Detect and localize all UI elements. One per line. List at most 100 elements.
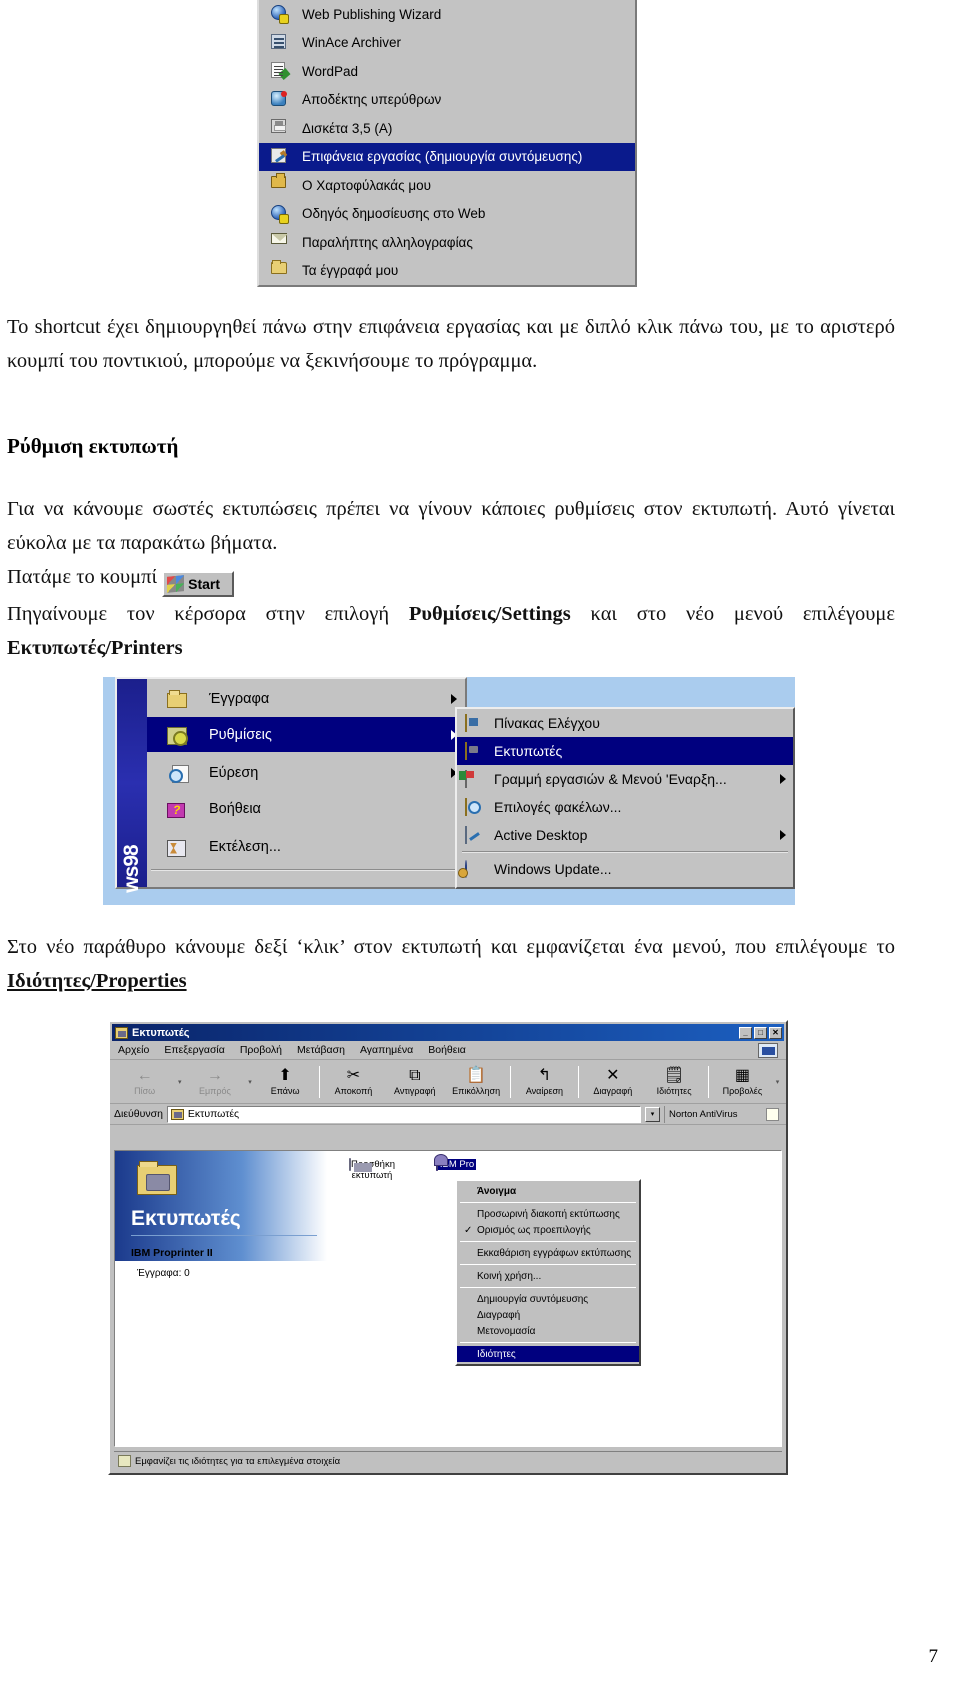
window-title: Εκτυπωτές (132, 1026, 190, 1039)
toolbar-up-button[interactable]: ⬆ Επάνω (254, 1062, 315, 1102)
my-documents-icon (271, 259, 291, 280)
views-dropdown-arrow[interactable]: ▾ (773, 1062, 782, 1102)
context-menu-item-properties[interactable]: Ιδιότητες (457, 1346, 639, 1362)
submenu-item-printers[interactable]: Εκτυπωτές (457, 737, 793, 765)
start-menu-item-settings[interactable]: Ρυθμίσεις (147, 717, 465, 752)
norton-antivirus-icon (766, 1107, 779, 1121)
menu-go[interactable]: Μετάβαση (297, 1044, 345, 1056)
desktop-shortcut-icon (271, 147, 291, 166)
documents-icon (167, 689, 189, 709)
add-printer-item[interactable]: Προσθήκη εκτυπωτή (337, 1158, 407, 1181)
menu-favorites[interactable]: Αγαπημένα (360, 1044, 413, 1056)
menu-item-web-publishing-guide[interactable]: Οδηγός δημοσίευσης στο Web (259, 200, 635, 229)
menu-view[interactable]: Προβολή (240, 1044, 282, 1056)
settings-instruction-part2: και στο νέο μενού επιλέγουμε (570, 603, 896, 625)
printer-icon (435, 1158, 438, 1171)
toolbar-divider (707, 1065, 709, 1098)
toolbar-views-button[interactable]: ▦ Προβολές (712, 1062, 773, 1102)
maximize-button[interactable]: □ (754, 1026, 767, 1039)
context-menu-separator (460, 1241, 636, 1242)
paragraph-press-start-button: Πατάμε το κουμπί Start (7, 560, 507, 597)
address-dropdown-button[interactable]: ▾ (645, 1106, 660, 1122)
address-bar: Διεύθυνση Εκτυπωτές ▾ Norton AntiVirus (110, 1104, 786, 1125)
toolbar-button-label: Διαγραφή (593, 1085, 633, 1096)
toolbar-paste-button[interactable]: 📋 Επικόλληση (445, 1062, 506, 1102)
context-menu-item-label: Ορισμός ως προεπιλογής (477, 1224, 591, 1236)
menu-item-web-publishing-wizard[interactable]: Web Publishing Wizard (259, 0, 635, 29)
menu-item-infrared-recipient[interactable]: Αποδέκτης υπερύθρων (259, 86, 635, 115)
context-menu-item-set-as-default[interactable]: ✓ Ορισμός ως προεπιλογής (457, 1222, 639, 1238)
start-menu-item-find[interactable]: Εύρεση (147, 755, 465, 790)
menu-edit[interactable]: Επεξεργασία (164, 1044, 225, 1056)
menu-item-my-briefcase[interactable]: Ο Χαρτοφύλακάς μου (259, 171, 635, 200)
paragraph-goto-settings-printers: Πηγαίνουμε τον κέρσορα στην επιλογή Ρυθμ… (7, 597, 895, 665)
printers-folder-icon (170, 1108, 184, 1120)
context-menu-item-rename[interactable]: Μετονομασία (457, 1323, 639, 1339)
windows-flag-icon (167, 575, 185, 593)
toolbar-cut-button[interactable]: ✂ Αποκοπή (323, 1062, 384, 1102)
settings-gear-icon (167, 725, 189, 746)
toolbar-button-label: Αποκοπή (334, 1085, 373, 1096)
selected-printer-name: IBM Proprinter II (131, 1247, 213, 1259)
context-menu-separator (460, 1202, 636, 1203)
context-menu-item-pause-printing[interactable]: Προσωρινή διακοπή εκτύπωσης (457, 1206, 639, 1222)
toolbar-undo-button[interactable]: ↰ Αναίρεση (514, 1062, 575, 1102)
menu-item-label: Δισκέτα 3,5 (A) (302, 120, 393, 136)
menu-item-wordpad[interactable]: WordPad (259, 57, 635, 86)
printer-item-ibm[interactable]: IBM Pro (423, 1158, 489, 1171)
heading-underline (131, 1235, 317, 1236)
back-dropdown-arrow[interactable]: ▾ (175, 1062, 184, 1102)
start-menu-screenshot: ws98 Έγγραφα Ρυθμίσεις Εύρεση Βοήθεια Εκ… (103, 677, 795, 905)
address-input[interactable]: Εκτυπωτές (166, 1105, 641, 1123)
toolbar-forward-button[interactable]: → Εμπρός (184, 1062, 245, 1102)
close-button[interactable]: ✕ (769, 1026, 782, 1039)
scissors-icon: ✂ (346, 1066, 361, 1084)
context-menu-item-sharing[interactable]: Κοινή χρήση... (457, 1268, 639, 1284)
checkmark-icon: ✓ (464, 1225, 473, 1236)
menu-file[interactable]: Αρχείο (118, 1044, 149, 1056)
start-menu-item-help[interactable]: Βοήθεια (147, 791, 465, 826)
toolbar-button-label: Αναίρεση (525, 1085, 564, 1096)
start-menu-item-documents[interactable]: Έγγραφα (147, 681, 465, 716)
toolbar-back-button[interactable]: ← Πίσω (114, 1062, 175, 1102)
floppy-icon (271, 119, 291, 137)
forward-dropdown-arrow[interactable]: ▾ (246, 1062, 255, 1102)
toolbar-button-label: Αντιγραφή (394, 1085, 436, 1096)
submenu-item-control-panel[interactable]: Πίνακας Ελέγχου (457, 709, 793, 737)
press-start-text: Πατάμε το κουμπί (7, 566, 157, 588)
menu-item-label: WinAce Archiver (302, 35, 402, 51)
toolbar-button-label: Ιδιότητες (656, 1085, 692, 1096)
toolbar-delete-button[interactable]: ✕ Διαγραφή (582, 1062, 643, 1102)
norton-antivirus-indicator[interactable]: Norton AntiVirus (664, 1105, 782, 1123)
menu-item-floppy-drive[interactable]: Δισκέτα 3,5 (A) (259, 114, 635, 143)
context-menu-item-purge-documents[interactable]: Εκκαθάριση εγγράφων εκτύπωσης (457, 1245, 639, 1261)
submenu-item-active-desktop[interactable]: Active Desktop (457, 821, 793, 849)
submenu-item-label: Εκτυπωτές (494, 743, 563, 759)
minimize-button[interactable]: _ (739, 1026, 752, 1039)
menu-item-desktop-create-shortcut[interactable]: Επιφάνεια εργασίας (δημιουργία συντόμευσ… (259, 142, 635, 171)
menu-item-winace-archiver[interactable]: WinAce Archiver (259, 29, 635, 58)
context-menu-item-label: Προσωρινή διακοπή εκτύπωσης (477, 1208, 620, 1220)
start-button[interactable]: Start (162, 571, 235, 597)
folder-heading: Εκτυπωτές (131, 1207, 241, 1230)
printers-folder-icon (465, 741, 483, 760)
toolbar-properties-button[interactable]: 🗒 Ιδιότητες (643, 1062, 704, 1102)
menu-help[interactable]: Βοήθεια (428, 1044, 466, 1056)
folder-options-icon (465, 797, 483, 816)
submenu-item-taskbar-start-menu[interactable]: Γραμμή εργασιών & Μενού 'Εναρξη... (457, 765, 793, 793)
address-input-value: Εκτυπωτές (187, 1108, 240, 1120)
context-menu-item-create-shortcut[interactable]: Δημιουργία συντόμευσης (457, 1291, 639, 1307)
delete-x-icon: ✕ (606, 1066, 620, 1084)
menu-item-mail-recipient[interactable]: Παραλήπτης αλληλογραφίας (259, 228, 635, 257)
menu-item-my-documents[interactable]: Τα έγγραφά μου (259, 257, 635, 286)
submenu-item-windows-update[interactable]: Windows Update... (457, 855, 793, 883)
status-bar-text: Εμφανίζει τις ιδιότητες για τα επιλεγμέν… (135, 1455, 341, 1467)
menu-bar: Αρχείο Επεξεργασία Προβολή Μετάβαση Αγαπ… (110, 1041, 786, 1060)
menu-item-label: Οδηγός δημοσίευσης στο Web (302, 206, 486, 222)
context-menu-item-open[interactable]: Άνοιγμα (457, 1183, 639, 1199)
toolbar-copy-button[interactable]: ⧉ Αντιγραφή (384, 1062, 445, 1102)
submenu-item-folder-options[interactable]: Επιλογές φακέλων... (457, 793, 793, 821)
start-menu-item-label: Εκτέλεση... (209, 838, 281, 855)
context-menu-item-delete[interactable]: Διαγραφή (457, 1307, 639, 1323)
start-menu-item-run[interactable]: Εκτέλεση... (147, 829, 465, 864)
